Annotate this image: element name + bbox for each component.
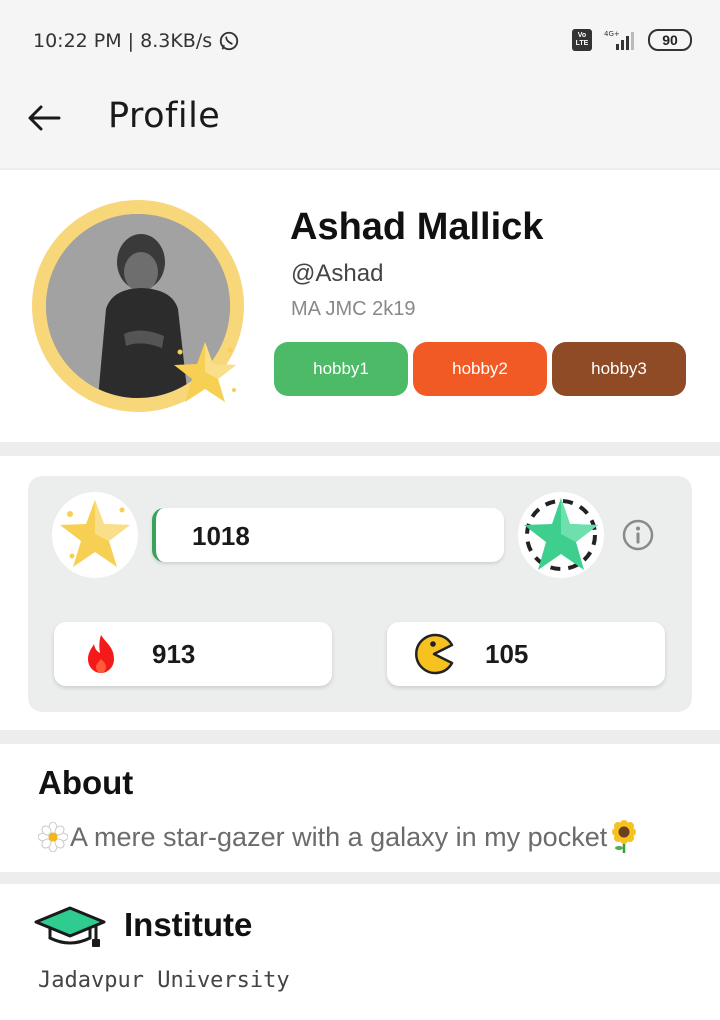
graduation-cap-icon (34, 906, 106, 947)
institute-section: Institute Jadavpur University (0, 884, 720, 1020)
games-stat: 105 (387, 622, 665, 686)
volte-icon: Vo LTE (572, 29, 592, 51)
profile-card: Ashad Mallick @Ashad MA JMC 2k19 hobby1 … (0, 170, 720, 442)
app-bar: Profile (0, 82, 720, 168)
points-value: 1018 (192, 521, 250, 551)
hobby-chip-2[interactable]: hobby2 (413, 342, 547, 396)
stats-panel: 1018 913 105 (28, 476, 692, 712)
status-time-speed: 10:22 PM | 8.3KB/s (33, 30, 213, 52)
bio-text: A mere star-gazer with a galaxy in my po… (38, 820, 639, 854)
streak-value: 913 (152, 639, 196, 669)
network-label: 4G+ (604, 30, 620, 38)
star-badge-icon (174, 342, 236, 402)
fire-icon (88, 635, 114, 673)
gold-star-coin (52, 492, 138, 578)
about-section: About A mere star-gazer with a galaxy in… (0, 744, 720, 872)
status-left: 10:22 PM | 8.3KB/s (33, 30, 240, 52)
green-star-icon (524, 498, 598, 571)
institute-title: Institute (124, 906, 253, 943)
streak-stat: 913 (54, 622, 332, 686)
page-title: Profile (108, 96, 221, 136)
green-star-coin (518, 492, 604, 578)
whatsapp-icon (219, 31, 239, 51)
games-value: 105 (485, 639, 529, 669)
stats-section: 1018 913 105 (0, 456, 720, 730)
bio-content: A mere star-gazer with a galaxy in my po… (70, 821, 608, 852)
institute-name: Jadavpur University (38, 968, 290, 993)
battery-icon: 90 (648, 29, 692, 51)
status-bar: 10:22 PM | 8.3KB/s Vo LTE 4G+ 90 (0, 0, 720, 82)
back-button[interactable] (24, 98, 64, 138)
arrow-left-icon (28, 105, 61, 131)
user-name: Ashad Mallick (290, 206, 544, 248)
user-course: MA JMC 2k19 (291, 298, 416, 320)
gold-star-icon (60, 500, 130, 567)
info-button[interactable] (621, 518, 655, 552)
about-title: About (38, 764, 134, 801)
info-icon (622, 519, 654, 551)
sunflower-icon (612, 820, 637, 853)
points-box: 1018 (152, 508, 504, 562)
avatar-container[interactable] (32, 200, 244, 412)
signal-icon: 4G+ (604, 30, 634, 50)
hobby-list: hobby1 hobby2 hobby3 (274, 342, 686, 396)
flower-icon (38, 822, 68, 852)
hobby-chip-3[interactable]: hobby3 (552, 342, 686, 396)
hobby-chip-1[interactable]: hobby1 (274, 342, 408, 396)
pacman-icon (415, 633, 454, 675)
battery-level: 90 (662, 32, 678, 48)
user-handle: @Ashad (291, 260, 384, 287)
status-right: Vo LTE 4G+ 90 (572, 28, 692, 52)
